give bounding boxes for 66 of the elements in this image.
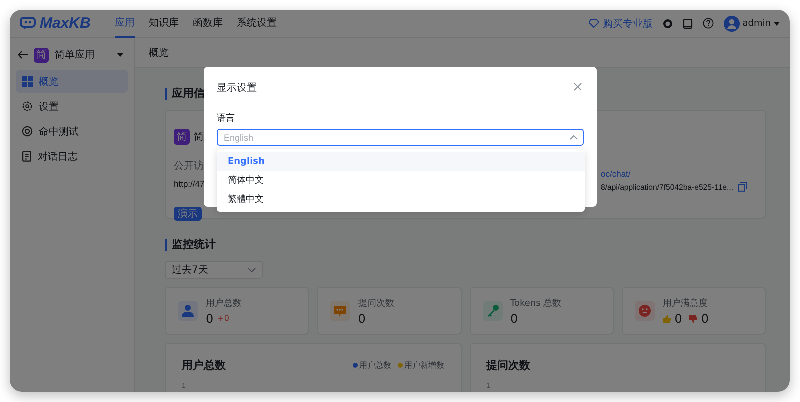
avatar-icon[interactable] [724,16,740,32]
legend-label: 用户总数 [360,360,392,371]
field-label: 语言 [217,112,236,125]
sidebar-item-label: 设置 [39,100,59,114]
chat-link[interactable]: oc/chat/ [601,169,761,179]
app-name[interactable]: 简单应用 [55,48,111,62]
help-icon[interactable] [702,18,714,29]
sidebar-item-label: 对话日志 [38,150,78,164]
sidebar-item[interactable]: 对话日志 [16,145,128,168]
nav-tab[interactable]: 函数库 [192,10,223,38]
access-label: 公开访 [174,160,205,173]
sidebar-item[interactable]: 命中测试 [16,120,128,143]
logo-text: MaxKB [40,15,91,32]
target-icon [22,126,33,137]
stat-label: 用户总数 [206,298,242,310]
legend-label: 用户新增数 [404,360,444,371]
grid-icon [22,76,33,87]
book-icon[interactable] [682,18,693,28]
section-heading: 监控统计 [165,239,216,251]
stat-label: Tokens 总数 [510,298,562,310]
dropdown-option[interactable]: 简体中文 [217,171,585,190]
chevron-down-icon [248,268,256,272]
stat-value: 0 [358,312,366,326]
copy-icon[interactable] [738,182,747,192]
caret-icon[interactable] [774,22,780,26]
demo-button[interactable]: 演示 [174,207,202,221]
sidebar-item-label: 命中测试 [39,126,79,138]
app-avatar: 简 [34,48,49,62]
settings-icon [22,101,33,112]
key-icon [482,301,502,321]
caret-icon[interactable] [117,53,124,57]
range-select[interactable]: 过去7天 [165,261,263,279]
user-icon [178,301,198,321]
document-icon [22,151,32,162]
page-title: 概览 [149,46,169,60]
upgrade-link[interactable]: 购买专业版 [588,16,653,30]
sidebar-item[interactable]: 概览 [16,70,128,93]
thumbs-up-icon [662,314,671,322]
nav-tab[interactable]: 知识库 [148,10,179,38]
dialog-title: 显示设置 [217,82,257,95]
dislikes-count: 0 [701,312,710,326]
stat-label: 提问次数 [358,298,394,310]
access-url: http://47 [174,179,206,189]
chart-title: 提问次数 [486,358,530,373]
user-name[interactable]: admin [742,18,771,28]
dropdown-option[interactable]: English [217,152,585,171]
nav-tab[interactable]: 系统设置 [236,10,277,38]
sidebar-item-label: 概览 [39,76,59,88]
sidebar-item[interactable]: 设置 [16,95,128,118]
smiley-icon [634,301,655,321]
logo-icon [20,17,36,30]
language-select[interactable]: English [217,129,584,146]
stat-label: 用户满意度 [662,298,709,310]
chart-title: 用户总数 [182,358,226,373]
app-avatar: 简 [174,129,190,145]
chat-bubble-icon [330,301,350,321]
likes-count: 0 [674,312,682,326]
thumbs-down-icon [689,314,698,322]
app-name: 简 [194,131,204,144]
back-arrow-icon[interactable] [18,51,28,59]
diamond-icon [588,19,599,28]
dropdown-option[interactable]: 繁體中文 [217,190,585,209]
stat-value: 0 [510,312,518,326]
stat-delta: +0 [218,314,230,323]
close-icon[interactable] [574,83,584,93]
stat-value: 0 [206,312,214,326]
